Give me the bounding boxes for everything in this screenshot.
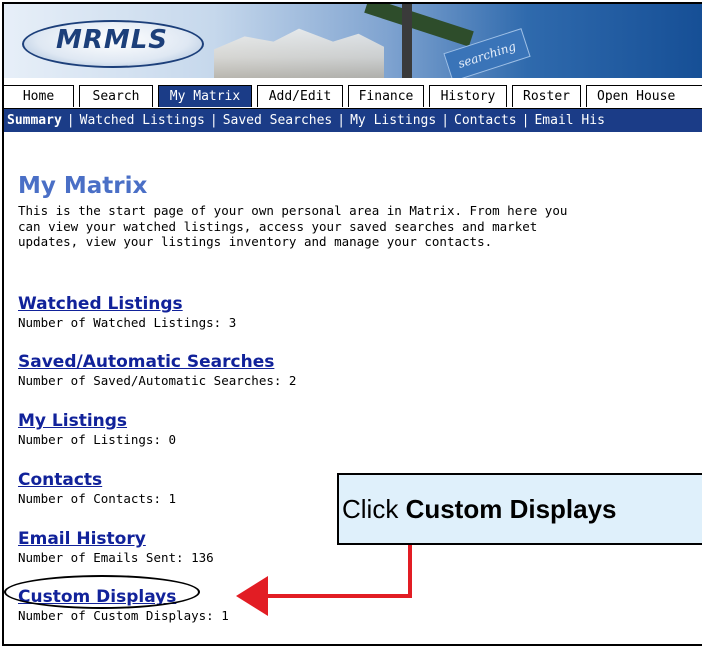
my-listings-link[interactable]: My Listings	[18, 411, 176, 431]
arrow-head-icon	[236, 576, 268, 616]
subnav-saved-searches[interactable]: Saved Searches	[223, 113, 333, 128]
email-history-count: Number of Emails Sent: 136	[18, 550, 214, 565]
instruction-callout: Click Custom Displays	[337, 473, 702, 545]
section-contacts: Contacts Number of Contacts: 1	[18, 470, 176, 506]
subnav-separator: |	[441, 113, 450, 128]
tab-my-matrix[interactable]: My Matrix	[158, 85, 252, 107]
contacts-link[interactable]: Contacts	[18, 470, 176, 490]
tab-add-edit[interactable]: Add/Edit	[257, 85, 343, 107]
watched-listings-count: Number of Watched Listings: 3	[18, 315, 237, 330]
watched-listings-link[interactable]: Watched Listings	[18, 294, 236, 314]
intro-text: This is the start page of your own perso…	[18, 203, 568, 249]
matrix-window: searching MRMLS Home Search My Matrix Ad…	[2, 2, 702, 646]
subnav-my-listings[interactable]: My Listings	[350, 113, 436, 128]
section-email-history: Email History Number of Emails Sent: 136	[18, 529, 214, 565]
sign-post-graphic	[402, 4, 412, 78]
tab-open-house[interactable]: Open House	[586, 85, 702, 107]
subnav-separator: |	[209, 113, 218, 128]
subnav-summary[interactable]: Summary	[7, 113, 62, 128]
subnav-watched-listings[interactable]: Watched Listings	[80, 113, 205, 128]
highlight-ellipse	[4, 575, 200, 609]
street-sign-graphic	[364, 4, 474, 47]
callout-prefix: Click	[342, 494, 406, 524]
contacts-count: Number of Contacts: 1	[18, 491, 177, 506]
subnav-separator: |	[66, 113, 75, 128]
callout-target: Custom Displays	[405, 494, 617, 524]
page-title: My Matrix	[18, 173, 148, 199]
tab-roster[interactable]: Roster	[512, 85, 581, 107]
tab-home[interactable]: Home	[4, 85, 74, 107]
subnav-email-history[interactable]: Email His	[534, 113, 604, 128]
logo-text: MRMLS	[55, 25, 169, 55]
main-tab-bar: Home Search My Matrix Add/Edit Finance H…	[4, 78, 702, 109]
arrow-horizontal-line	[262, 594, 412, 598]
section-saved-searches: Saved/Automatic Searches Number of Saved…	[18, 352, 296, 388]
section-my-listings: My Listings Number of Listings: 0	[18, 411, 176, 447]
tab-search[interactable]: Search	[79, 85, 153, 107]
house-graphic	[214, 28, 384, 78]
tab-finance[interactable]: Finance	[348, 85, 424, 107]
arrow-vertical-line	[408, 543, 412, 598]
subnav-separator: |	[521, 113, 530, 128]
subnav-separator: |	[337, 113, 346, 128]
section-watched-listings: Watched Listings Number of Watched Listi…	[18, 294, 236, 330]
subnav-contacts[interactable]: Contacts	[454, 113, 517, 128]
custom-displays-count: Number of Custom Displays: 1	[18, 608, 229, 623]
email-history-link[interactable]: Email History	[18, 529, 214, 549]
tab-history[interactable]: History	[429, 85, 507, 107]
saved-searches-count: Number of Saved/Automatic Searches: 2	[18, 373, 297, 388]
saved-searches-link[interactable]: Saved/Automatic Searches	[18, 352, 296, 372]
my-listings-count: Number of Listings: 0	[18, 432, 177, 447]
sub-navigation: Summary | Watched Listings | Saved Searches |…	[4, 109, 702, 132]
header-banner: searching MRMLS	[4, 4, 702, 78]
